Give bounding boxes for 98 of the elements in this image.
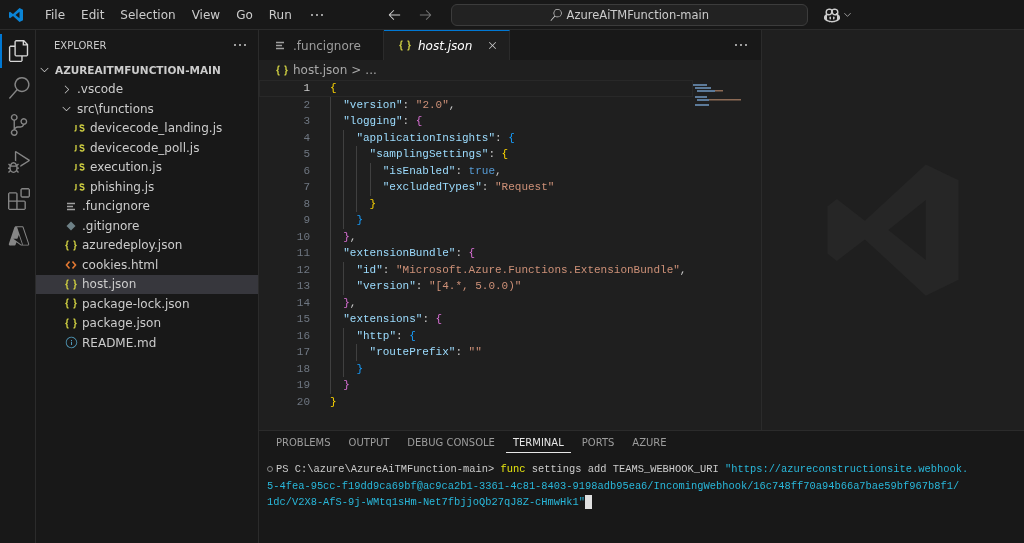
code-line: "samplingSettings": { [369,148,509,161]
line-number: 16 [295,329,311,342]
braces-icon [64,239,78,251]
line-number: 20 [295,395,311,408]
terminal-line: 5-4fea-95cc-f19dd9ca69bf@ac9ca2b1-3361-4c81-8403-9198adb95ea6/IncomingWebhook/16c748ff70a94b66a7bae59bf967b8f1/ [267,478,960,494]
code-line: } [369,197,377,210]
menu-item[interactable]: Edit [74,5,112,24]
braces-icon [64,298,78,310]
code-brackets-icon [64,259,78,270]
breadcrumb-separator: > [351,63,362,77]
line-number: 7 [302,181,311,194]
tree-file[interactable]: .gitignore [36,216,258,236]
tree-file[interactable]: execution.js [36,157,258,177]
tree-file[interactable]: package-lock.json [36,294,258,314]
minimap-drawing [693,84,741,108]
folder-item[interactable]: src\functions [36,99,258,119]
sidebar-title: EXPLORER [54,39,107,51]
back-arrow-icon[interactable] [386,7,402,22]
panel-tab[interactable]: DEBUG CONSOLE [400,433,502,453]
tree-file[interactable]: .funcignore [36,196,258,216]
menu-item[interactable]: File [38,5,73,24]
line-number: 13 [295,280,311,293]
line-number: 11 [295,247,311,260]
workspace-name: AzureAiTMFunction-main [566,7,710,22]
tree-file[interactable]: package.json [36,313,258,333]
code-line: }, [343,230,357,243]
command-center-search[interactable]: AzureAiTMFunction-main [450,3,808,26]
javascript-file-icon [72,163,86,172]
code-line: } [330,395,337,408]
braces-icon [275,64,289,76]
breadcrumb-item[interactable]: host.json [293,63,348,77]
line-number: 1 [302,82,311,95]
panel-tab[interactable]: AZURE [625,433,674,453]
menu-item[interactable]: Selection [113,5,183,24]
code-line: } [356,362,363,375]
code-line: "routePrefix": "" [369,346,482,359]
lines-icon [64,201,78,211]
line-number: 19 [295,379,311,392]
editor-tab[interactable]: host.json [384,30,511,60]
code-line: "isEnabled": true, [382,164,502,177]
line-number: 2 [302,98,311,111]
copilot-icon[interactable] [823,6,840,23]
line-number: 12 [295,263,311,276]
braces-icon [64,278,78,290]
info-icon [64,336,78,350]
menu-item[interactable]: Run [261,5,299,24]
code-line: "extensionBundle": { [343,247,476,260]
code-line: } [343,379,350,392]
line-number: 8 [302,197,311,210]
tree-file[interactable]: devicecode_landing.js [36,118,258,138]
line-number: 10 [295,230,311,243]
code-line: "http": { [356,329,416,342]
code-line: } [356,214,363,227]
tree-file[interactable]: phishing.js [36,177,258,197]
code-line: }, [343,296,357,309]
line-number: 4 [302,131,311,144]
folder-item[interactable]: .vscode [36,79,258,99]
tree-file[interactable]: cookies.html [36,255,258,275]
braces-icon [64,317,78,329]
breadcrumb-item[interactable]: ... [365,63,377,77]
line-number: 6 [302,164,311,177]
code-line: "logging": { [343,115,423,128]
javascript-file-icon [72,182,86,191]
panel-tab[interactable]: PORTS [574,433,622,453]
panel-tab[interactable]: PROBLEMS [269,433,338,453]
panel-tab[interactable]: OUTPUT [341,433,397,453]
lines-icon [273,41,287,50]
tree-file[interactable]: devicecode_poll.js [36,138,258,158]
terminal-line: PS C:\azure\AzureAiTMFunction-main> func settings add TEAMS_WEBHOOK_URI "https://azureconstructionsite.webhook. [276,462,969,477]
line-number: 15 [295,313,311,326]
code-line: "version": "[4.*, 5.0.0)" [356,280,522,293]
terminal-line: 1dc/V2X8-AfS-9j-WMtq1sHm-Net7fbjjoQb27qJ8Z-cHmwHk1" [267,495,585,510]
line-number: 9 [302,214,311,227]
code-line: "excludedTypes": "Request" [382,181,555,194]
javascript-file-icon [72,143,86,152]
menu-item[interactable]: View [184,5,228,24]
line-number: 14 [295,296,311,309]
tree-file[interactable]: README.md [36,333,258,353]
javascript-file-icon [72,124,86,133]
terminal-cursor [585,495,592,510]
code-line: "id": "Microsoft.Azure.Functions.ExtensionBundle", [356,263,687,276]
line-number: 3 [302,115,311,128]
line-number: 18 [295,362,311,375]
code-line: "version": "2.0", [343,98,456,111]
app-logo-icon[interactable] [8,6,24,23]
line-number: 17 [295,346,311,359]
braces-icon [398,40,412,51]
search-icon [549,8,562,21]
code-line: "applicationInsights": { [356,131,515,144]
code-line: { [330,82,337,95]
tree-file[interactable]: azuredeploy.json [36,235,258,255]
diamond-icon [64,220,78,231]
tree-file[interactable]: host.json [36,274,258,294]
menu-item[interactable]: Go [229,5,260,24]
code-line: "extensions": { [343,313,443,326]
line-number: 5 [302,148,311,161]
panel-tab[interactable]: TERMINAL [505,433,571,453]
workspace-folder[interactable]: AZUREAITMFUNCTION-MAIN [36,60,258,80]
